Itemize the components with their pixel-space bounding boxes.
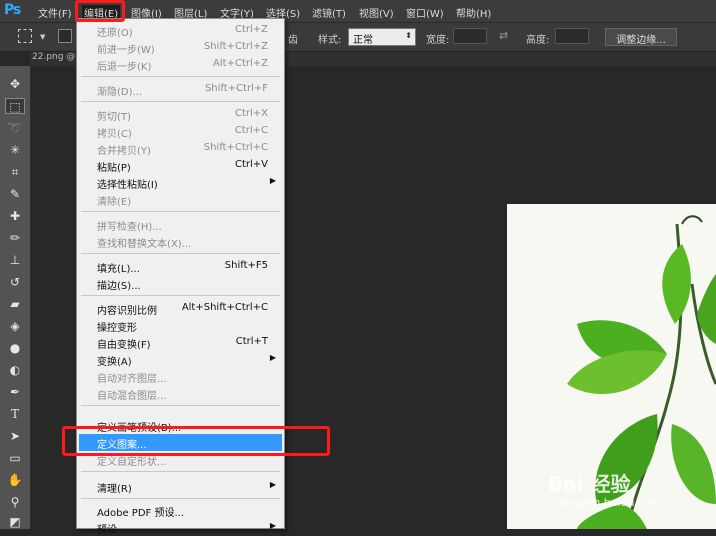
marquee-tool-preset-icon[interactable] <box>18 29 32 43</box>
dodge-tool-icon[interactable]: ◐ <box>5 362 25 378</box>
zoom-tool-icon[interactable]: ⚲ <box>5 494 25 510</box>
select-arrow-icon: ⬍ <box>405 31 412 40</box>
watermark-brand: Bai 经验 <box>548 472 631 496</box>
brush-tool-icon[interactable]: ✏ <box>5 230 25 246</box>
height-input[interactable] <box>555 28 589 44</box>
menu-separator <box>81 295 280 296</box>
menu-item-presets[interactable]: 预设 ▶ <box>77 519 284 536</box>
height-label: 高度: <box>526 35 550 46</box>
menu-item-undo[interactable]: 还原(O) Ctrl+Z <box>77 22 284 39</box>
menu-item-paste-special[interactable]: 选择性粘贴(I) ▶ <box>77 174 284 191</box>
menu-item-copy-merged[interactable]: 合并拷贝(Y) Shift+Ctrl+C <box>77 140 284 157</box>
width-label: 宽度: <box>426 35 450 46</box>
menu-item-fill[interactable]: 填充(L)... Shift+F5 <box>77 258 284 275</box>
menu-separator <box>81 405 280 406</box>
submenu-arrow-icon: ▶ <box>269 353 276 362</box>
menu-item-copy[interactable]: 拷贝(C) Ctrl+C <box>77 123 284 140</box>
menu-file[interactable]: 文件(F) <box>38 5 72 20</box>
submenu-arrow-icon: ▶ <box>269 176 276 185</box>
tools-panel: ✥ ⬚ ➰ ✳ ⌗ ✎ ✚ ✏ ⊥ ↺ ▰ ◈ ● ◐ ✒ T ➤ ▭ ✋ ⚲ … <box>0 66 31 529</box>
color-swatches-icon[interactable]: ◩ <box>5 514 25 529</box>
menu-item-content-aware-scale[interactable]: 内容识别比例 Alt+Shift+Ctrl+C <box>77 300 284 317</box>
menu-item-transform[interactable]: 变换(A) ▶ <box>77 351 284 368</box>
crop-tool-icon[interactable]: ⌗ <box>5 164 25 180</box>
menu-item-step-backward[interactable]: 后退一步(K) Alt+Ctrl+Z <box>77 56 284 73</box>
menu-item-spell-check[interactable]: 拼写检查(H)... <box>77 216 284 233</box>
blur-tool-icon[interactable]: ● <box>5 340 25 356</box>
submenu-arrow-icon: ▶ <box>269 480 276 489</box>
menu-filter[interactable]: 滤镜(T) <box>312 5 346 20</box>
move-tool-icon[interactable]: ✥ <box>5 76 25 92</box>
rectangular-marquee-tool-icon[interactable]: ⬚ <box>5 98 25 114</box>
type-tool-icon[interactable]: T <box>5 406 25 422</box>
refine-edge-button[interactable]: 调整边缘... <box>605 28 677 46</box>
style-label: 样式: <box>318 35 342 46</box>
menu-item-auto-align-layers[interactable]: 自动对齐图层... <box>77 368 284 385</box>
clone-stamp-tool-icon[interactable]: ⊥ <box>5 252 25 268</box>
menu-separator <box>81 211 280 212</box>
new-selection-icon[interactable] <box>58 29 72 43</box>
menu-item-cut[interactable]: 剪切(T) Ctrl+X <box>77 106 284 123</box>
path-selection-tool-icon[interactable]: ➤ <box>5 428 25 444</box>
menu-separator <box>81 101 280 102</box>
menu-item-find-replace[interactable]: 查找和替换文本(X)... <box>77 233 284 250</box>
antialias-label: 齿 <box>288 35 298 46</box>
history-brush-tool-icon[interactable]: ↺ <box>5 274 25 290</box>
menu-item-purge[interactable]: 清理(R) ▶ <box>77 478 284 495</box>
annotation-define-pattern-highlight <box>62 426 330 456</box>
rectangle-tool-icon[interactable]: ▭ <box>5 450 25 466</box>
menu-item-step-forward[interactable]: 前进一步(W) Shift+Ctrl+Z <box>77 39 284 56</box>
width-input[interactable] <box>453 28 487 44</box>
eraser-tool-icon[interactable]: ▰ <box>5 296 25 312</box>
eyedropper-tool-icon[interactable]: ✎ <box>5 186 25 202</box>
annotation-edit-menu-highlight <box>75 0 125 22</box>
menu-separator <box>81 471 280 472</box>
menu-view[interactable]: 视图(V) <box>359 5 394 20</box>
menu-window[interactable]: 窗口(W) <box>406 5 444 20</box>
menu-item-auto-blend-layers[interactable]: 自动混合图层... <box>77 385 284 402</box>
photoshop-logo-icon: Ps <box>4 2 21 18</box>
healing-brush-tool-icon[interactable]: ✚ <box>5 208 25 224</box>
menu-help[interactable]: 帮助(H) <box>456 5 491 20</box>
menu-item-puppet-warp[interactable]: 操控变形 <box>77 317 284 334</box>
menu-item-stroke[interactable]: 描边(S)... <box>77 275 284 292</box>
pen-tool-icon[interactable]: ✒ <box>5 384 25 400</box>
paint-bucket-tool-icon[interactable]: ◈ <box>5 318 25 334</box>
menu-separator <box>81 76 280 77</box>
menu-item-clear[interactable]: 清除(E) <box>77 191 284 208</box>
magic-wand-tool-icon[interactable]: ✳ <box>5 142 25 158</box>
menu-item-adobe-pdf-presets[interactable]: Adobe PDF 预设... <box>77 502 284 519</box>
chevron-down-icon[interactable]: ▼ <box>40 33 45 41</box>
style-select[interactable]: 正常 ⬍ <box>348 28 416 46</box>
menu-separator <box>81 253 280 254</box>
style-value: 正常 <box>353 35 373 46</box>
lasso-tool-icon[interactable]: ➰ <box>5 120 25 136</box>
menu-item-fade[interactable]: 渐隐(D)... Shift+Ctrl+F <box>77 81 284 98</box>
document-tab[interactable]: 22.png @ <box>32 52 75 66</box>
menu-item-paste[interactable]: 粘贴(P) Ctrl+V <box>77 157 284 174</box>
hand-tool-icon[interactable]: ✋ <box>5 472 25 488</box>
swap-icon[interactable]: ⇄ <box>499 29 508 42</box>
watermark-url: jingyan.baidu.com <box>560 496 662 509</box>
menu-separator <box>81 498 280 499</box>
menu-item-free-transform[interactable]: 自由变换(F) Ctrl+T <box>77 334 284 351</box>
